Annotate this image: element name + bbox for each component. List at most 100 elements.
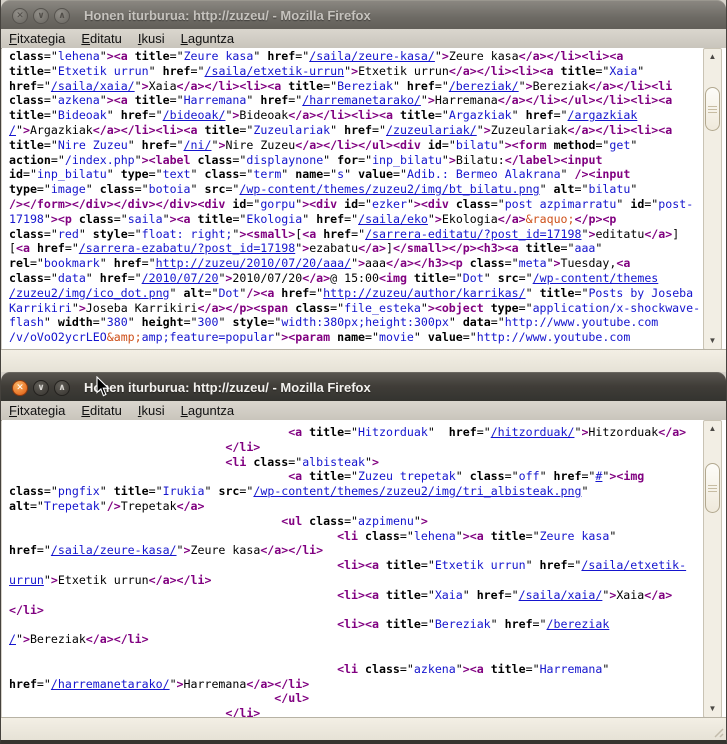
source-token: =" <box>533 617 547 631</box>
source-link[interactable]: /harremanetarako/ <box>51 677 170 691</box>
firefox-view-source-window-back: ✕∨∧ Honen iturburua: http://zuzeu/ - Moz… <box>0 0 727 372</box>
source-token: > <box>184 543 191 557</box>
maximize-button[interactable]: ∧ <box>54 380 70 396</box>
source-token: post- <box>658 197 693 211</box>
source-token: [ <box>9 241 16 255</box>
source-token: rel <box>9 256 30 270</box>
source-token: =" <box>239 167 253 181</box>
source-token: " <box>463 588 477 602</box>
source-token: </a></li><li><a <box>519 49 624 63</box>
source-view[interactable]: class="lehena"><a title="Zeure kasa" hre… <box>2 48 726 350</box>
menu-fitxategia[interactable]: Fitxategia <box>1 402 73 419</box>
source-link[interactable]: /bereziak/ <box>449 79 519 93</box>
source-token: </a> <box>302 271 330 285</box>
vertical-scrollbar[interactable]: ▲ ▼ <box>703 420 722 718</box>
source-link[interactable]: /zuzeu2/img/ico_dot.png <box>9 286 170 300</box>
menu-laguntza[interactable]: Laguntza <box>173 402 243 419</box>
source-view[interactable]: <a title="Hitzorduak" href="/hitzorduak/… <box>2 420 726 718</box>
source-token: " <box>100 499 107 513</box>
menu-fitxategia[interactable]: Fitxategia <box>1 30 73 47</box>
menu-editatu[interactable]: Editatu <box>73 402 129 419</box>
source-token: bilatu <box>588 182 630 196</box>
source-link[interactable]: http://zuzeu/2010/07/20/aaa/ <box>156 256 351 270</box>
source-token <box>358 662 365 676</box>
source-token: =" <box>344 425 358 439</box>
source-token <box>519 241 526 255</box>
indent <box>9 558 337 572</box>
source-token: =" <box>232 212 246 226</box>
source-token: ><form <box>505 138 547 152</box>
source-token: " <box>595 241 602 255</box>
source-link[interactable]: /hitzorduak/ <box>491 425 575 439</box>
source-token: method <box>554 138 596 152</box>
source-token: " <box>456 529 463 543</box>
source-link[interactable]: /zuzeulariak/ <box>386 123 477 137</box>
minimize-button[interactable]: ∨ <box>33 8 49 24</box>
source-line: class="pngfix" title="Irukia" src="/wp-c… <box>9 484 703 499</box>
source-token: id <box>232 197 246 211</box>
source-link[interactable]: http://zuzeu/author/karrikas/ <box>323 286 525 300</box>
source-link[interactable]: /wp-content/themes/zuzeu2/img/tri_albist… <box>253 484 581 498</box>
source-link[interactable]: /saila/eko <box>358 212 428 226</box>
resize-grip-icon[interactable] <box>710 724 724 738</box>
minimize-button[interactable]: ∨ <box>33 380 49 396</box>
scrollbar-thumb[interactable] <box>705 87 720 131</box>
scroll-up-icon[interactable]: ▲ <box>704 50 721 64</box>
source-token: 380 <box>107 315 128 329</box>
source-token: " <box>442 153 449 167</box>
source-link[interactable]: /bereziak <box>547 617 610 631</box>
source-link[interactable]: /sarrera-editatu/?post_id=17198 <box>365 227 581 241</box>
source-line: alt="Trepetak"/>Trepetak</a> <box>9 499 703 514</box>
source-token: " <box>498 138 505 152</box>
menu-editatu[interactable]: Editatu <box>73 30 129 47</box>
source-token: href <box>281 286 309 300</box>
source-link[interactable]: /saila/zeure-kasa/ <box>51 543 177 557</box>
close-button[interactable]: ✕ <box>12 8 28 24</box>
source-line: class="lehena"><a title="Zeure kasa" hre… <box>9 49 703 64</box>
menu-ikusi[interactable]: Ikusi <box>130 402 173 419</box>
source-link[interactable]: /argazkiak <box>568 108 638 122</box>
source-link[interactable]: /sarrera-ezabatu/?post_id=17198 <box>79 241 295 255</box>
scroll-up-icon[interactable]: ▲ <box>704 422 721 436</box>
source-token: </a></li> <box>260 543 323 557</box>
maximize-button[interactable]: ∧ <box>54 8 70 24</box>
source-link[interactable]: urrun <box>9 573 44 587</box>
source-link[interactable]: /ni/ <box>184 138 212 152</box>
source-token: =" <box>44 227 58 241</box>
source-link[interactable]: /bideoak/ <box>163 108 226 122</box>
source-token <box>30 241 37 255</box>
source-token: Etxetik urrun <box>58 573 149 587</box>
menu-ikusi[interactable]: Ikusi <box>130 30 173 47</box>
firefox-view-source-window-front: ✕∨∧ Honen iturburua: http://zuzeu/ - Moz… <box>0 372 727 744</box>
source-link[interactable]: /2010/07/20 <box>142 271 219 285</box>
source-token: " <box>107 108 121 122</box>
source-link[interactable]: /saila/zeure-kasa/ <box>309 49 435 63</box>
source-token: ><a <box>107 49 128 63</box>
source-token: src <box>205 182 226 196</box>
source-link[interactable]: / <box>9 632 16 646</box>
source-token: > <box>177 677 184 691</box>
source-link[interactable]: /saila/etxetik-urrun <box>204 64 344 78</box>
source-token: " <box>407 197 414 211</box>
titlebar[interactable]: ✕∨∧ Honen iturburua: http://zuzeu/ - Moz… <box>1 0 726 30</box>
source-link[interactable]: / <box>9 123 16 137</box>
source-token: =" <box>477 425 491 439</box>
source-token: ><a <box>463 529 484 543</box>
source-token: </a> <box>358 241 386 255</box>
close-button[interactable]: ✕ <box>12 380 28 396</box>
vertical-scrollbar[interactable]: ▲ ▼ <box>703 48 722 350</box>
source-line: <li><a title="Xaia" href="/saila/xaia/">… <box>9 588 703 603</box>
menu-laguntza[interactable]: Laguntza <box>173 30 243 47</box>
source-token: =" <box>561 241 575 255</box>
source-link[interactable]: /wp-content/themes <box>533 271 659 285</box>
source-link[interactable]: /saila/xaia/ <box>51 79 135 93</box>
source-link[interactable]: /saila/etxetik- <box>581 558 686 572</box>
source-token: href <box>316 212 344 226</box>
scrollbar-thumb[interactable] <box>705 463 720 513</box>
scroll-down-icon[interactable]: ▼ <box>704 702 721 716</box>
source-link[interactable]: /saila/xaia/ <box>519 588 603 602</box>
source-token: =" <box>421 617 435 631</box>
source-link[interactable]: /harremanetarako/ <box>302 93 421 107</box>
scroll-down-icon[interactable]: ▼ <box>704 334 721 348</box>
source-link[interactable]: /wp-content/themes/zuzeu2/img/bt_bilatu.… <box>239 182 539 196</box>
